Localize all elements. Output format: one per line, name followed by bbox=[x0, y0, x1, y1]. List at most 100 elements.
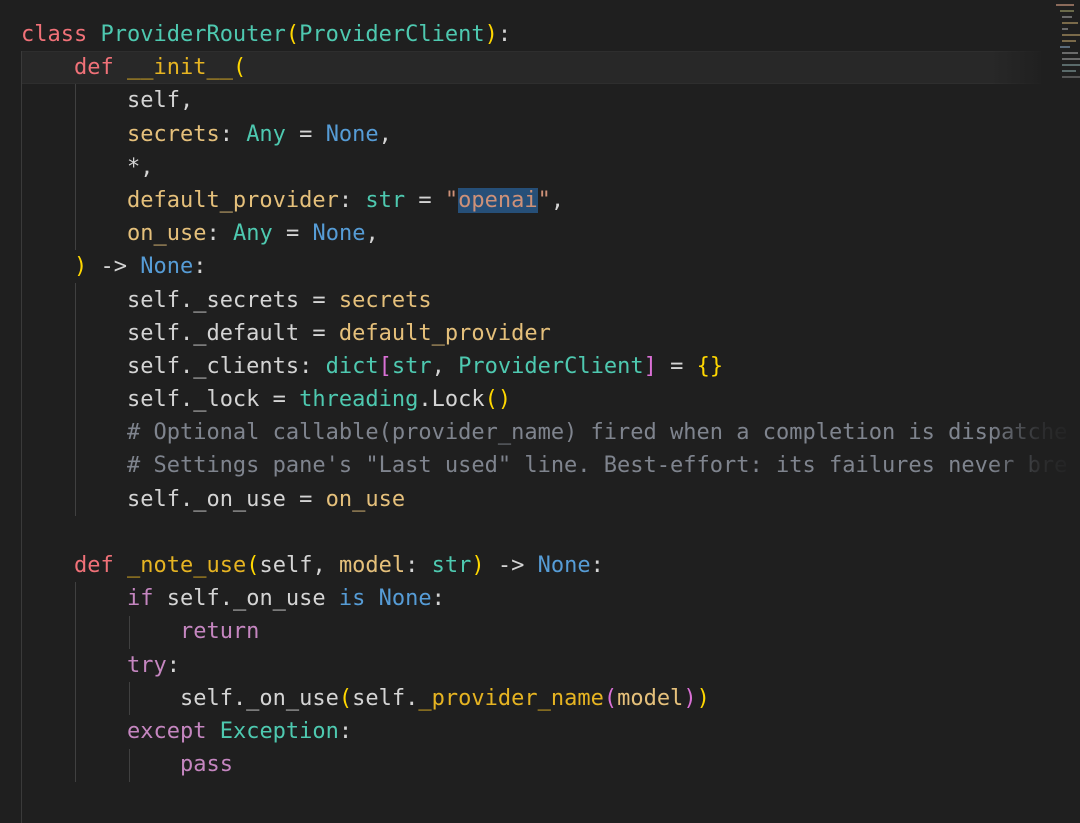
code-token: None bbox=[378, 586, 432, 612]
code-line[interactable]: self._on_use(self._provider_name(model)) bbox=[21, 682, 1067, 715]
code-token: ) bbox=[683, 685, 697, 711]
code-token: ) bbox=[696, 685, 710, 711]
code-token: str bbox=[431, 553, 472, 578]
code-token: secrets bbox=[126, 121, 220, 147]
code-token: = bbox=[285, 121, 326, 147]
code-token: Any bbox=[232, 221, 273, 247]
code-token: # Settings pane's "Last used" line. Best… bbox=[126, 453, 1068, 479]
code-line[interactable] bbox=[21, 516, 1067, 549]
code-token: dict bbox=[325, 353, 379, 379]
code-token: _provider_name bbox=[418, 685, 604, 711]
code-token: : bbox=[166, 652, 180, 678]
code-line[interactable]: self._lock = threading.Lock() bbox=[21, 383, 1067, 416]
code-token: * bbox=[126, 154, 141, 180]
code-token: : bbox=[497, 22, 512, 47]
code-token: , bbox=[179, 88, 194, 114]
code-line[interactable]: self._clients: dict[str, ProviderClient]… bbox=[21, 350, 1067, 383]
code-token: # Optional callable(provider_name) fired… bbox=[126, 420, 1068, 446]
code-line[interactable]: secrets: Any = None, bbox=[21, 118, 1067, 151]
code-editor[interactable]: class ProviderRouter(ProviderClient): de… bbox=[0, 0, 1080, 823]
code-line[interactable]: # Settings pane's "Last used" line. Best… bbox=[21, 449, 1067, 482]
code-token: ._secrets = bbox=[179, 287, 339, 313]
code-token: ._lock = bbox=[179, 387, 300, 413]
code-token: ( bbox=[232, 55, 247, 81]
code-token: self bbox=[126, 287, 180, 313]
code-token: model bbox=[338, 553, 406, 578]
selected-token: openai bbox=[458, 187, 538, 213]
code-line[interactable]: self._on_use = on_use bbox=[21, 483, 1067, 516]
code-line[interactable]: return bbox=[21, 615, 1067, 648]
code-token: ProviderRouter bbox=[100, 22, 286, 47]
code-token: on_use bbox=[325, 486, 406, 512]
code-token: __init__ bbox=[126, 55, 233, 81]
code-token: except bbox=[126, 718, 207, 744]
code-token: -> bbox=[87, 254, 141, 280]
code-line[interactable]: except Exception: bbox=[21, 715, 1067, 748]
code-token: ] bbox=[643, 353, 657, 379]
code-line[interactable]: default_provider: str = "openai", bbox=[21, 184, 1067, 217]
code-lines[interactable]: class ProviderRouter(ProviderClient): de… bbox=[21, 18, 1067, 781]
code-token: = bbox=[405, 187, 445, 213]
code-line[interactable]: try: bbox=[21, 649, 1067, 682]
code-line[interactable]: self._default = default_provider bbox=[21, 317, 1067, 350]
code-token: , bbox=[365, 221, 379, 247]
code-line[interactable]: self, bbox=[21, 84, 1067, 117]
code-token: ( bbox=[603, 685, 618, 711]
code-token: = bbox=[272, 221, 313, 247]
code-line[interactable]: class ProviderRouter(ProviderClient): bbox=[21, 18, 1067, 51]
code-line[interactable]: self._secrets = secrets bbox=[21, 284, 1067, 317]
code-line[interactable]: def _note_use(self, model: str) -> None: bbox=[21, 549, 1067, 582]
code-token: ) bbox=[484, 22, 498, 47]
code-token: ._on_use bbox=[219, 586, 339, 612]
code-line[interactable]: pass bbox=[21, 748, 1067, 781]
code-token: class bbox=[21, 22, 88, 47]
code-token: str bbox=[365, 187, 406, 213]
code-token: ProviderClient bbox=[458, 353, 644, 379]
code-token: " bbox=[444, 187, 459, 213]
code-line[interactable]: if self._on_use is None: bbox=[21, 582, 1067, 615]
code-token: .Lock bbox=[418, 387, 485, 413]
code-token: ._default = bbox=[179, 320, 339, 346]
code-token: on_use bbox=[126, 221, 207, 247]
code-token: ProviderClient bbox=[299, 22, 485, 47]
minimap[interactable] bbox=[1052, 0, 1080, 90]
code-token: self bbox=[126, 88, 180, 114]
code-line[interactable]: *, bbox=[21, 151, 1067, 184]
code-token: try bbox=[126, 652, 167, 678]
code-line[interactable]: # Optional callable(provider_name) fired… bbox=[21, 416, 1067, 449]
code-token: ( bbox=[246, 553, 260, 578]
code-token: , bbox=[312, 553, 339, 578]
code-token: self bbox=[126, 486, 180, 512]
code-token: () bbox=[484, 387, 512, 413]
code-token: default_provider bbox=[338, 320, 551, 346]
code-token: ( bbox=[338, 685, 353, 711]
code-token: self bbox=[126, 387, 180, 413]
code-token: ._on_use = bbox=[179, 486, 326, 512]
code-token: None bbox=[140, 254, 194, 280]
code-token: ( bbox=[285, 22, 300, 47]
code-token: return bbox=[179, 619, 260, 645]
code-token: self bbox=[126, 320, 180, 346]
code-line[interactable]: def __init__( bbox=[21, 51, 1067, 84]
code-line[interactable]: on_use: Any = None, bbox=[21, 217, 1067, 250]
code-token: _note_use bbox=[126, 553, 247, 578]
code-line[interactable]: ) -> None: bbox=[21, 250, 1067, 283]
code-token: , bbox=[378, 121, 392, 147]
code-token: self bbox=[166, 586, 220, 612]
code-token: pass bbox=[179, 752, 233, 778]
code-token: . bbox=[405, 685, 419, 711]
code-token: None bbox=[325, 121, 379, 147]
